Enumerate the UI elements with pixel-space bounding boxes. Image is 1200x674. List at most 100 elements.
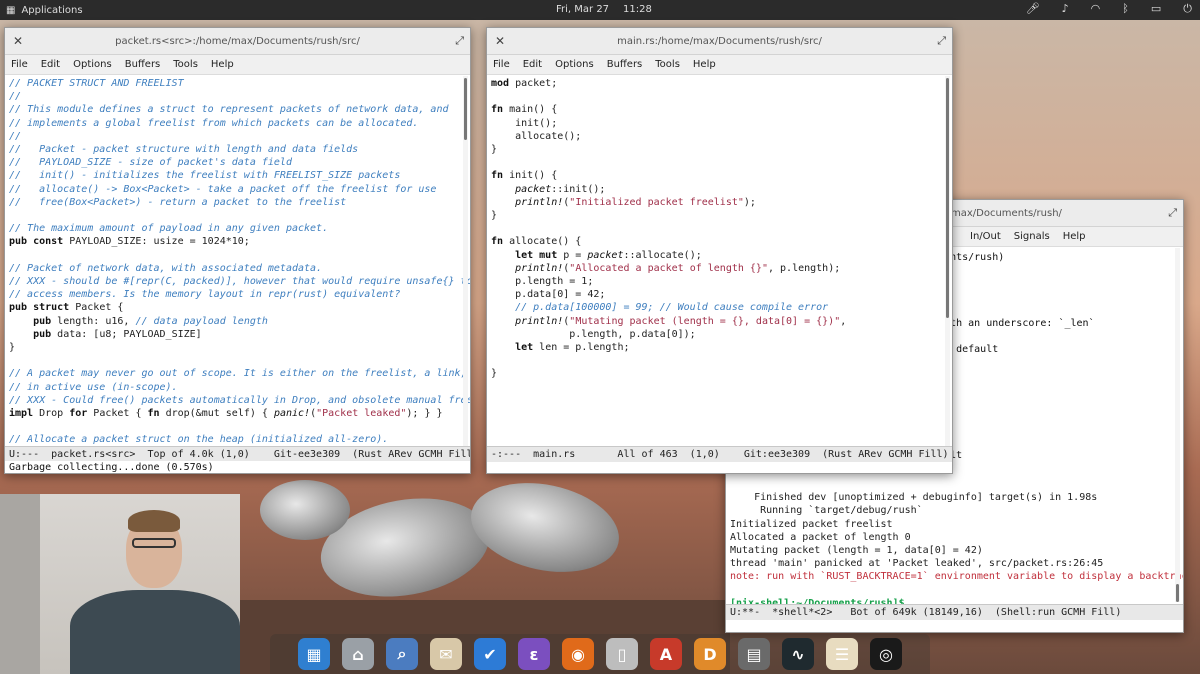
packet-titlebar[interactable]: ✕ packet.rs<src>:/home/max/Documents/rus…	[5, 28, 470, 55]
main-code-area[interactable]: mod packet; fn main() { init(); allocate…	[487, 75, 952, 445]
packet-minibuffer: Garbage collecting...done (0.570s)	[5, 461, 470, 473]
code-line: // init() - initializes the freelist wit…	[9, 169, 470, 182]
menu-item-options[interactable]: Options	[73, 59, 112, 70]
volume-icon[interactable]: ♪	[1062, 2, 1069, 16]
system-monitor-icon[interactable]: ∿	[782, 638, 814, 670]
close-icon[interactable]: ✕	[13, 34, 23, 48]
system-tray: 🎤︎ ♪ ◠ ᛒ ▭ ⏻	[1026, 2, 1192, 16]
bluetooth-icon[interactable]: ᛒ	[1122, 2, 1129, 16]
maximize-icon[interactable]: ⤢	[937, 34, 946, 48]
code-line: }	[9, 341, 470, 354]
menu-item-signals[interactable]: Signals	[1014, 231, 1050, 242]
code-token: Allocated a packet of length 0	[730, 531, 911, 543]
menu-item-tools[interactable]: Tools	[173, 59, 198, 70]
code-token: note: run with `RUST_BACKTRACE=1` enviro…	[730, 571, 1184, 583]
code-line: // p.data[100000] = 99; // Would cause c…	[491, 301, 952, 314]
code-token: init();	[491, 117, 558, 129]
menu-item-tools[interactable]: Tools	[655, 59, 680, 70]
code-token: pub	[9, 328, 52, 340]
menu-item-help[interactable]: Help	[1063, 231, 1086, 242]
packet-code-area[interactable]: // PACKET STRUCT AND FREELIST//// This m…	[5, 75, 470, 445]
code-line: Mutating packet (length = 1, data[0] = 4…	[730, 544, 1183, 557]
calculator-icon[interactable]: ▤	[738, 638, 770, 670]
code-line: pub const PAYLOAD_SIZE: usize = 1024*10;	[9, 235, 470, 248]
code-token: // free(Box<Packet>) - return a packet t…	[9, 196, 347, 208]
document-d-icon[interactable]: D	[694, 638, 726, 670]
main-scrollbar[interactable]	[945, 76, 950, 446]
menu-item-options[interactable]: Options	[555, 59, 594, 70]
code-token: len = p.length;	[533, 342, 630, 354]
obs-studio-icon[interactable]: ◎	[870, 638, 902, 670]
tasks-check-icon[interactable]: ✔	[474, 638, 506, 670]
code-token: // The maximum amount of payload in any …	[9, 223, 329, 235]
code-token: ,	[840, 315, 847, 327]
search-magnifier-icon[interactable]: ⌕	[386, 638, 418, 670]
shell-scrollbar-thumb[interactable]	[1176, 584, 1179, 602]
menu-item-help[interactable]: Help	[211, 59, 234, 70]
code-line: allocate();	[491, 130, 952, 143]
battery-icon[interactable]: ▭	[1151, 2, 1161, 16]
packet-scrollbar[interactable]	[463, 76, 468, 446]
microphone-icon[interactable]: 🎤︎	[1026, 2, 1040, 16]
webcam-overlay	[0, 494, 240, 674]
shell-scrollbar[interactable]	[1175, 248, 1180, 602]
menu-item-buffers[interactable]: Buffers	[607, 59, 643, 70]
menu-item-edit[interactable]: Edit	[41, 59, 60, 70]
clock-date: Fri, Mar 27	[556, 4, 610, 15]
code-line: p.length = 1;	[491, 275, 952, 288]
wifi-icon[interactable]: ◠	[1091, 2, 1101, 16]
menu-item-edit[interactable]: Edit	[523, 59, 542, 70]
code-token: "Allocated a packet of length {}"	[569, 262, 768, 274]
code-token: main() {	[503, 104, 558, 116]
code-token: Finished dev [unoptimized + debuginfo] t…	[730, 492, 1098, 504]
code-token: ); } }	[406, 408, 443, 420]
main-titlebar[interactable]: ✕ main.rs:/home/max/Documents/rush/src/ …	[487, 28, 952, 55]
files-icon[interactable]: ⌂	[342, 638, 374, 670]
code-token: p =	[557, 249, 588, 261]
code-line: init();	[491, 117, 952, 130]
menu-item-file[interactable]: File	[493, 59, 510, 70]
code-token: // XXX - should be #[repr(C, packed)], h…	[9, 276, 470, 288]
main-scrollbar-thumb[interactable]	[946, 78, 949, 318]
packet-scrollbar-thumb[interactable]	[464, 78, 467, 140]
code-line: pub length: u16, // data payload length	[9, 315, 470, 328]
text-editor-a-icon[interactable]: A	[650, 638, 682, 670]
code-token: ::init();	[551, 183, 606, 195]
menu-item-file[interactable]: File	[11, 59, 28, 70]
notes-clipboard-icon[interactable]: ☰	[826, 638, 858, 670]
power-icon[interactable]: ⏻	[1183, 2, 1192, 16]
code-line: note: run with `RUST_BACKTRACE=1` enviro…	[730, 570, 1184, 583]
multitasking-view-icon[interactable]: ▦	[298, 638, 330, 670]
code-line: // Allocate a packet struct on the heap …	[9, 433, 470, 445]
code-token: Initialized packet freelist	[730, 518, 893, 530]
ipod-icon[interactable]: ▯	[606, 638, 638, 670]
code-token: packet;	[509, 78, 558, 89]
emacs-icon[interactable]: ε	[518, 638, 550, 670]
applications-grid-icon: ▦	[6, 4, 16, 16]
code-line: let mut p = packet::allocate();	[491, 249, 952, 262]
code-token: Packet {	[69, 302, 124, 314]
code-line: Allocated a packet of length 0	[730, 531, 1183, 544]
close-icon[interactable]: ✕	[495, 34, 505, 48]
firefox-icon[interactable]: ◉	[562, 638, 594, 670]
code-token: // A packet may never go out of scope. I…	[9, 368, 470, 380]
menu-item-buffers[interactable]: Buffers	[125, 59, 161, 70]
applications-menu[interactable]: ▦ Applications	[0, 5, 83, 16]
code-line: //	[9, 90, 470, 103]
menu-item-inout[interactable]: In/Out	[970, 231, 1001, 242]
code-token: // allocate() -> Box<Packet> - take a pa…	[9, 183, 437, 195]
clock[interactable]: Fri, Mar 27 11:28	[556, 4, 652, 15]
menu-item-help[interactable]: Help	[693, 59, 716, 70]
mail-icon[interactable]: ✉	[430, 638, 462, 670]
maximize-icon[interactable]: ⤢	[455, 34, 464, 48]
maximize-icon[interactable]: ⤢	[1168, 206, 1177, 220]
